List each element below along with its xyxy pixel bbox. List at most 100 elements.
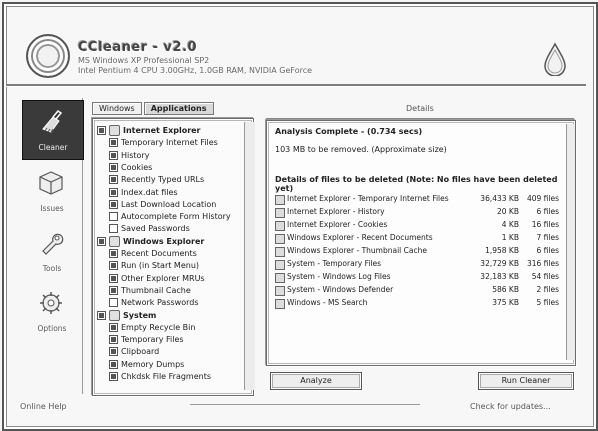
- gear-icon: [40, 292, 62, 314]
- checkbox[interactable]: [109, 335, 118, 345]
- tree-item[interactable]: Recent Documents: [109, 248, 197, 259]
- checkbox[interactable]: [97, 310, 106, 320]
- broom-icon: [42, 110, 63, 133]
- tree-item[interactable]: Autocomplete Form History: [109, 211, 231, 222]
- result-row[interactable]: Internet Explorer - History 20 KB 6 files: [275, 206, 559, 218]
- result-name: Windows - MS Search: [287, 298, 368, 307]
- checkbox[interactable]: [109, 249, 118, 258]
- checkbox[interactable]: [109, 138, 118, 148]
- checkbox[interactable]: [109, 359, 118, 369]
- checkbox[interactable]: [109, 199, 118, 209]
- nav-options[interactable]: Options: [22, 282, 82, 340]
- app-title: CCleaner - v2.0: [78, 40, 198, 55]
- checkbox[interactable]: [109, 150, 118, 160]
- tab-applications[interactable]: Applications: [143, 102, 214, 115]
- nav-tools[interactable]: Tools: [22, 222, 82, 280]
- checkbox[interactable]: [109, 224, 118, 234]
- tree-item-label: Temporary Internet Files: [121, 138, 218, 148]
- checkbox[interactable]: [109, 273, 118, 283]
- tree-scrollbar[interactable]: [244, 122, 255, 390]
- tree-item-label: Recent Documents: [121, 249, 197, 258]
- checkbox[interactable]: [97, 126, 106, 135]
- tree-item-label: Saved Passwords: [121, 224, 190, 234]
- tree-item-label: Thumbnail Cache: [121, 285, 191, 295]
- tree-item[interactable]: Last Download Location: [109, 199, 216, 210]
- check-updates-link[interactable]: Check for updates...: [470, 402, 551, 411]
- tree-item-label: History: [121, 150, 150, 160]
- checkbox[interactable]: [109, 261, 118, 271]
- file-type-icon: [275, 247, 285, 257]
- nav-issues-label: Issues: [40, 204, 64, 213]
- tree-item[interactable]: Chkdsk File Fragments: [109, 371, 211, 382]
- results-panel: Analysis Complete - (0.734 secs) 103 MB …: [266, 120, 576, 366]
- tree-item[interactable]: History: [109, 150, 149, 161]
- nav-cleaner-label: Cleaner: [38, 143, 68, 152]
- ccleaner-logo-icon: [26, 34, 70, 78]
- result-files: 6 files: [536, 207, 560, 216]
- result-row[interactable]: Internet Explorer - Cookies 4 KB 16 files: [275, 219, 559, 231]
- checkbox[interactable]: [109, 285, 118, 295]
- checkbox[interactable]: [109, 162, 118, 172]
- file-type-icon: [275, 221, 285, 231]
- results-header-title: Details: [406, 104, 434, 113]
- online-help-link[interactable]: Online Help: [20, 402, 67, 411]
- tree-item[interactable]: Run (in Start Menu): [109, 260, 199, 271]
- tree-group[interactable]: Windows Explorer: [97, 235, 204, 247]
- nav-tools-label: Tools: [42, 264, 62, 273]
- tree-item[interactable]: Network Passwords: [109, 297, 198, 308]
- analyze-button[interactable]: Analyze: [270, 372, 362, 390]
- group-icon: [109, 309, 120, 321]
- result-row[interactable]: Windows Explorer - Recent Documents 1 KB 7…: [275, 232, 559, 244]
- checkbox[interactable]: [109, 175, 118, 185]
- tree-item[interactable]: Temporary Files: [109, 334, 184, 345]
- result-row[interactable]: Windows - MS Search 375 KB 5 files: [275, 297, 559, 309]
- result-size: 32,729 KB: [480, 259, 519, 268]
- tree-item[interactable]: Recently Typed URLs: [109, 174, 204, 185]
- checkbox[interactable]: [109, 347, 118, 357]
- app-hardware-info: Intel Pentium 4 CPU 3.00GHz, 1.0GB RAM, …: [78, 66, 313, 75]
- result-files: 6 files: [536, 246, 560, 255]
- tree-item[interactable]: Empty Recycle Bin: [109, 322, 195, 333]
- nav-issues[interactable]: Issues: [22, 162, 82, 220]
- run-cleaner-button[interactable]: Run Cleaner: [478, 372, 574, 390]
- tree-item[interactable]: Thumbnail Cache: [109, 285, 191, 296]
- result-name: Windows Explorer - Thumbnail Cache: [287, 246, 427, 255]
- result-name: System - Windows Log Files: [287, 272, 391, 281]
- wrench-icon: [42, 233, 64, 255]
- checkbox[interactable]: [109, 322, 118, 332]
- result-row[interactable]: System - Temporary Files 32,729 KB 316 fil…: [275, 258, 559, 270]
- tree-item[interactable]: Clipboard: [109, 346, 159, 357]
- file-type-icon: [275, 234, 285, 244]
- nav-cleaner[interactable]: Cleaner: [22, 100, 84, 160]
- tree-group[interactable]: Internet Explorer: [97, 125, 201, 136]
- result-row[interactable]: Windows Explorer - Thumbnail Cache 1,958 …: [275, 245, 559, 257]
- result-size: 1,958 KB: [485, 246, 519, 255]
- tree-item[interactable]: Memory Dumps: [109, 359, 184, 370]
- tree-item[interactable]: Cookies: [109, 162, 152, 173]
- result-name: Internet Explorer - History: [287, 207, 385, 216]
- result-files: 409 files: [526, 194, 559, 203]
- result-name: System - Windows Defender: [287, 285, 394, 294]
- tree-item[interactable]: Saved Passwords: [109, 223, 190, 234]
- checkbox[interactable]: [97, 236, 106, 246]
- tree-item-label: Empty Recycle Bin: [121, 322, 196, 332]
- result-files: 5 files: [536, 298, 560, 307]
- tab-windows[interactable]: Windows: [92, 102, 142, 115]
- result-row[interactable]: System - Windows Defender 586 KB 2 files: [275, 284, 559, 296]
- result-row[interactable]: Internet Explorer - Temporary Internet F…: [275, 193, 559, 205]
- tree-item-label: Autocomplete Form History: [121, 212, 231, 222]
- checkbox[interactable]: [109, 298, 118, 308]
- result-row[interactable]: System - Windows Log Files 32,183 KB 54 fi…: [275, 271, 559, 283]
- results-scrollbar[interactable]: [566, 124, 575, 360]
- checkbox[interactable]: [109, 187, 118, 197]
- checkbox[interactable]: [109, 212, 118, 222]
- tree-item[interactable]: Temporary Internet Files: [109, 137, 218, 148]
- checkbox[interactable]: [109, 372, 118, 381]
- registry-cube-icon: [39, 171, 63, 195]
- tree-group[interactable]: System: [97, 309, 156, 321]
- tree-item[interactable]: Other Explorer MRUs: [109, 273, 205, 284]
- result-name: Internet Explorer - Temporary Internet F…: [287, 194, 449, 203]
- tree-item-label: Index.dat files: [121, 187, 178, 197]
- tree-item[interactable]: Index.dat files: [109, 187, 178, 198]
- result-size: 36,433 KB: [480, 194, 519, 203]
